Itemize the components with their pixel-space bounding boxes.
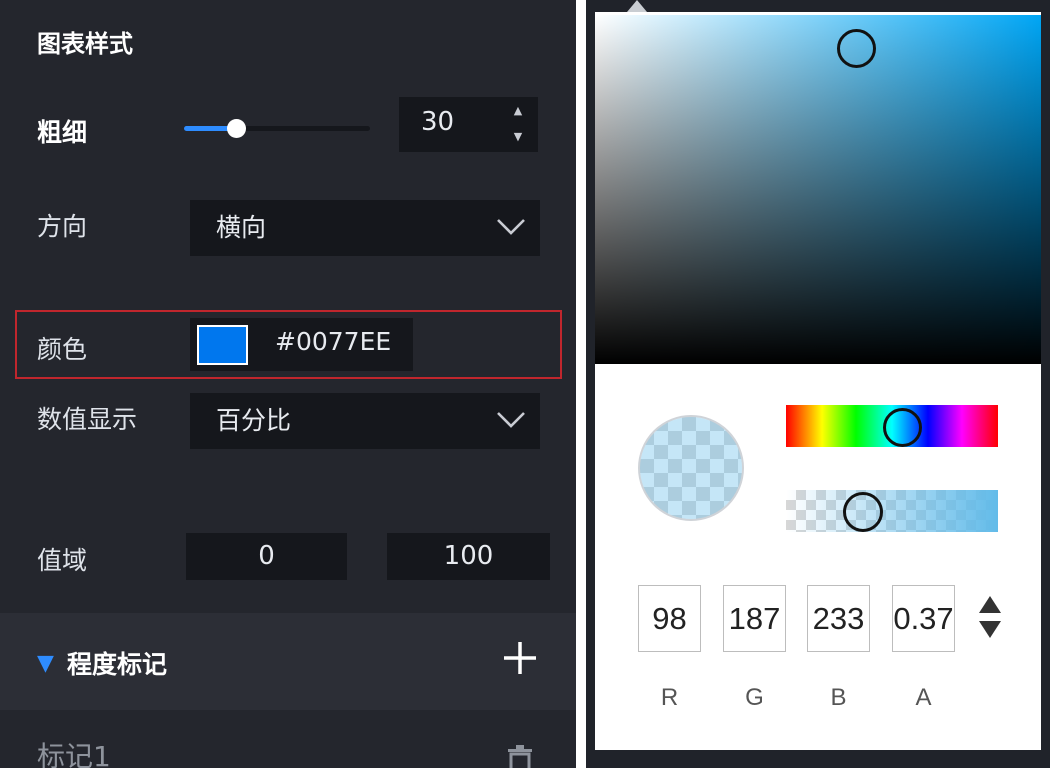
increment-icon[interactable]: ▲ bbox=[511, 102, 525, 120]
alpha-label: A bbox=[915, 684, 932, 711]
green-input[interactable]: 187 bbox=[723, 585, 786, 652]
alpha-slider-handle[interactable] bbox=[843, 492, 883, 532]
blue-input[interactable]: 233 bbox=[807, 585, 870, 652]
hue-slider-handle[interactable] bbox=[883, 408, 922, 447]
red-label: R bbox=[660, 684, 679, 711]
value-display-select[interactable]: 百分比 bbox=[190, 393, 540, 449]
color-preview bbox=[638, 415, 744, 521]
marker-label: 标记1 bbox=[37, 740, 111, 768]
decrement-icon[interactable]: ▼ bbox=[511, 128, 525, 146]
alpha-gradient bbox=[786, 490, 998, 532]
saturation-brightness-area[interactable] bbox=[595, 15, 1041, 364]
red-input[interactable]: 98 bbox=[638, 585, 701, 652]
direction-selected-value: 横向 bbox=[216, 213, 267, 242]
color-preview-fill bbox=[640, 417, 742, 519]
range-min-input[interactable]: 0 bbox=[186, 533, 347, 580]
collapse-triangle-icon[interactable]: ▼ bbox=[37, 651, 54, 676]
thickness-label: 粗细 bbox=[37, 118, 88, 147]
color-hex-value[interactable]: #0077EE bbox=[275, 327, 391, 356]
direction-select[interactable]: 横向 bbox=[190, 200, 540, 256]
popover-caret bbox=[627, 0, 647, 12]
progress-markers-header[interactable]: ▼ 程度标记 bbox=[0, 613, 576, 710]
thickness-slider-handle[interactable] bbox=[227, 119, 246, 138]
value-display-selected-value: 百分比 bbox=[216, 406, 292, 435]
progress-markers-title: 程度标记 bbox=[67, 650, 168, 679]
chevron-down-icon bbox=[497, 412, 525, 428]
saturation-cursor[interactable] bbox=[837, 29, 876, 68]
direction-label: 方向 bbox=[37, 212, 88, 241]
trash-icon[interactable] bbox=[506, 745, 534, 768]
blue-label: B bbox=[830, 684, 847, 711]
thickness-slider-track[interactable] bbox=[184, 126, 370, 131]
thickness-value[interactable]: 30 bbox=[421, 107, 454, 137]
up-down-arrows-icon[interactable] bbox=[977, 594, 1003, 640]
range-max-input[interactable]: 100 bbox=[387, 533, 550, 580]
thickness-number-input[interactable]: 30 ▲ ▼ bbox=[399, 97, 538, 152]
color-input[interactable]: #0077EE bbox=[190, 318, 413, 371]
chevron-down-icon bbox=[497, 219, 525, 235]
alpha-input[interactable]: 0.37 bbox=[892, 585, 955, 652]
color-picker-popover: 98 187 233 0.37 R G B A bbox=[595, 12, 1041, 750]
value-range-label: 值域 bbox=[37, 546, 88, 575]
plus-icon[interactable] bbox=[500, 638, 540, 678]
chart-style-panel: 图表样式 粗细 30 ▲ ▼ 方向 横向 颜色 #0077EE 数值显示 百分比… bbox=[0, 0, 576, 768]
color-swatch[interactable] bbox=[197, 325, 248, 365]
value-display-label: 数值显示 bbox=[37, 405, 138, 434]
green-label: G bbox=[745, 684, 764, 711]
color-label: 颜色 bbox=[37, 335, 88, 364]
alpha-slider[interactable] bbox=[786, 490, 998, 532]
section-title: 图表样式 bbox=[37, 30, 133, 58]
